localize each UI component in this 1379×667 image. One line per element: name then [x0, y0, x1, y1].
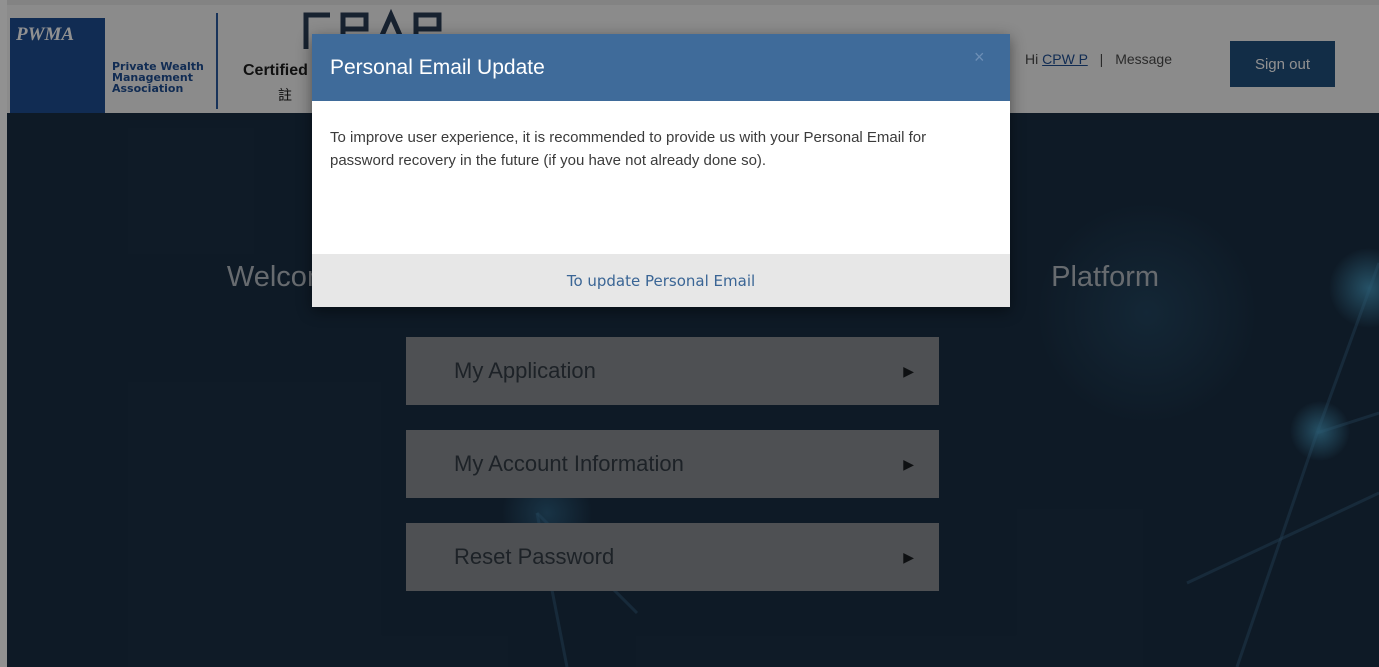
modal-footer: To update Personal Email: [312, 254, 1010, 307]
modal-title: Personal Email Update: [330, 56, 545, 79]
modal-body-text: To improve user experience, it is recomm…: [330, 129, 927, 169]
personal-email-modal: Personal Email Update × To improve user …: [312, 34, 1010, 307]
close-icon[interactable]: ×: [974, 48, 985, 66]
modal-header: Personal Email Update ×: [312, 34, 1010, 101]
update-personal-email-link[interactable]: To update Personal Email: [567, 272, 755, 290]
